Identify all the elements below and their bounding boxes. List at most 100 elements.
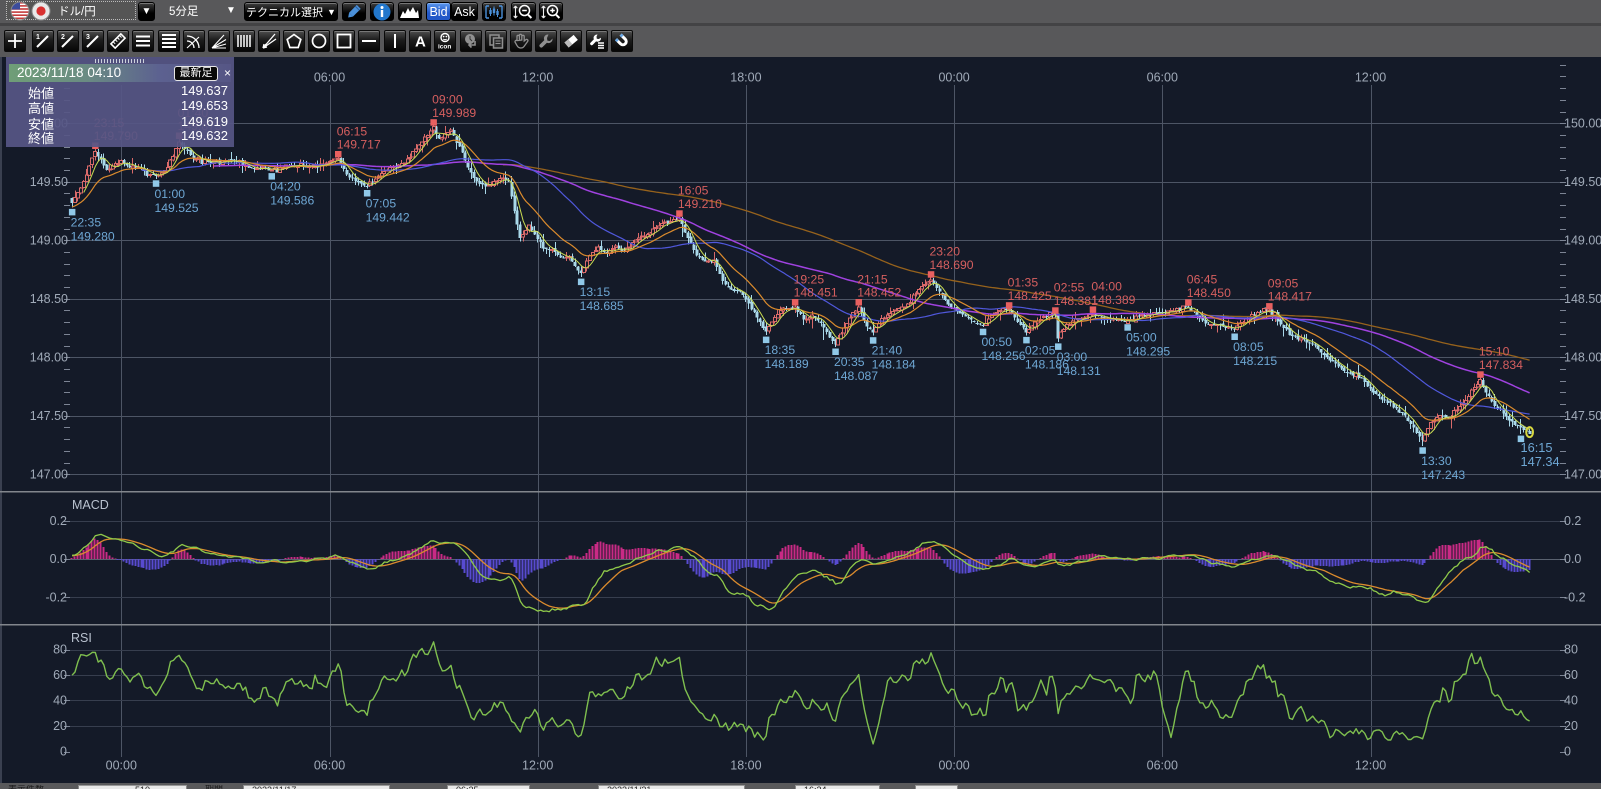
svg-text:147.00: 147.00 — [30, 467, 68, 481]
svg-text:147.343: 147.343 — [1521, 454, 1567, 469]
svg-text:148.256: 148.256 — [982, 349, 1026, 363]
svg-text:00:50: 00:50 — [982, 335, 1013, 349]
svg-text:02:05: 02:05 — [1025, 343, 1056, 357]
svg-text:147.50: 147.50 — [30, 409, 68, 423]
svg-text:148.184: 148.184 — [872, 358, 916, 372]
svg-text:149.50: 149.50 — [1564, 175, 1601, 189]
svg-text:150.00: 150.00 — [1564, 116, 1601, 130]
svg-text:148.451: 148.451 — [794, 286, 838, 300]
svg-text:03:00: 03:00 — [1057, 350, 1088, 364]
svg-text:0.2: 0.2 — [1564, 514, 1581, 528]
svg-text:40: 40 — [53, 694, 67, 708]
svg-text:148.450: 148.450 — [1187, 286, 1231, 300]
svg-text:06:00: 06:00 — [314, 71, 345, 85]
svg-text:3: 3 — [86, 34, 90, 41]
svg-text:80: 80 — [53, 643, 67, 657]
svg-text:149.210: 149.210 — [678, 197, 722, 211]
svg-text:148.425: 148.425 — [1008, 289, 1052, 303]
svg-text:18:35: 18:35 — [765, 343, 796, 357]
svg-text:16:15: 16:15 — [1521, 440, 1553, 455]
svg-text:0: 0 — [60, 745, 67, 759]
svg-text:00:00: 00:00 — [938, 71, 969, 85]
svg-text:22:35: 22:35 — [71, 215, 102, 229]
svg-text:20: 20 — [53, 719, 67, 733]
svg-text:04:00: 04:00 — [1091, 280, 1122, 294]
svg-text:0.2: 0.2 — [50, 514, 67, 528]
svg-text:147.50: 147.50 — [1564, 409, 1601, 423]
svg-text:149.989: 149.989 — [432, 106, 476, 120]
svg-text:148.295: 148.295 — [1126, 345, 1170, 359]
svg-text:149.586: 149.586 — [270, 194, 314, 208]
svg-text:80: 80 — [1564, 643, 1578, 657]
svg-text:01:35: 01:35 — [1008, 276, 1039, 290]
svg-text:06:45: 06:45 — [1187, 273, 1218, 287]
svg-text:00:00: 00:00 — [938, 759, 969, 773]
svg-text:06:00: 06:00 — [1147, 759, 1178, 773]
svg-text:0.0: 0.0 — [1564, 552, 1581, 566]
svg-text:149.50: 149.50 — [30, 175, 68, 189]
svg-text:148.389: 148.389 — [1091, 293, 1135, 307]
svg-text:1: 1 — [36, 34, 40, 41]
svg-text:09:05: 09:05 — [1268, 276, 1299, 290]
svg-text:0: 0 — [1564, 745, 1571, 759]
svg-text:148.452: 148.452 — [857, 286, 901, 300]
svg-text:04:20: 04:20 — [270, 180, 301, 194]
svg-text:05:00: 05:00 — [1126, 331, 1157, 345]
svg-text:148.417: 148.417 — [1268, 290, 1312, 304]
svg-text:18:00: 18:00 — [730, 759, 761, 773]
svg-text:149.280: 149.280 — [71, 229, 115, 243]
svg-text:00:00: 00:00 — [106, 759, 137, 773]
svg-text:0.0: 0.0 — [50, 552, 67, 566]
svg-text:60: 60 — [53, 668, 67, 682]
svg-text:icon: icon — [438, 43, 451, 50]
svg-text:16:05: 16:05 — [678, 184, 709, 198]
svg-text:08:05: 08:05 — [1233, 340, 1264, 354]
svg-text:148.690: 148.690 — [930, 258, 974, 272]
svg-text:21:40: 21:40 — [872, 344, 903, 358]
svg-text:147.834: 147.834 — [1479, 358, 1523, 372]
svg-text:MACD: MACD — [72, 498, 109, 512]
svg-text:149.00: 149.00 — [30, 233, 68, 247]
svg-text:19:25: 19:25 — [794, 272, 825, 286]
svg-text:60: 60 — [1564, 668, 1578, 682]
svg-text:149.00: 149.00 — [1564, 233, 1601, 247]
svg-text:147.243: 147.243 — [1421, 468, 1465, 482]
svg-text:12:00: 12:00 — [522, 759, 553, 773]
svg-text:06:00: 06:00 — [1147, 71, 1178, 85]
svg-text:12:00: 12:00 — [1355, 759, 1386, 773]
svg-text:13:30: 13:30 — [1421, 454, 1452, 468]
svg-text:148.189: 148.189 — [765, 357, 809, 371]
svg-text:15:10: 15:10 — [1479, 345, 1510, 359]
svg-text:-0.2: -0.2 — [45, 591, 67, 605]
svg-text:148.685: 148.685 — [580, 299, 624, 313]
svg-text:18:00: 18:00 — [730, 71, 761, 85]
svg-text:148.00: 148.00 — [30, 350, 68, 364]
svg-text:20:35: 20:35 — [834, 355, 865, 369]
svg-text:148.00: 148.00 — [1564, 350, 1601, 364]
svg-text:20: 20 — [1564, 719, 1578, 733]
svg-text:13:15: 13:15 — [580, 285, 611, 299]
svg-text:A: A — [415, 33, 426, 50]
svg-text:06:15: 06:15 — [337, 124, 368, 138]
svg-text:149.717: 149.717 — [337, 138, 381, 152]
svg-text:148.215: 148.215 — [1233, 354, 1277, 368]
svg-text:21:15: 21:15 — [857, 272, 888, 286]
svg-text:147.00: 147.00 — [1564, 467, 1601, 481]
svg-text:07:05: 07:05 — [366, 197, 397, 211]
svg-text:RSI: RSI — [71, 631, 92, 645]
svg-text:148.50: 148.50 — [30, 292, 68, 306]
svg-text:148.131: 148.131 — [1057, 364, 1101, 378]
svg-text:149.525: 149.525 — [155, 201, 199, 215]
svg-text:149.442: 149.442 — [366, 211, 410, 225]
svg-text:40: 40 — [1564, 694, 1578, 708]
svg-text:148.50: 148.50 — [1564, 292, 1601, 306]
svg-text:2: 2 — [61, 34, 65, 41]
svg-text:02:55: 02:55 — [1054, 281, 1085, 295]
svg-text:12:00: 12:00 — [522, 71, 553, 85]
svg-text:06:00: 06:00 — [314, 759, 345, 773]
svg-text:-0.2: -0.2 — [1564, 591, 1586, 605]
svg-text:23:20: 23:20 — [930, 245, 961, 259]
svg-text:12:00: 12:00 — [1355, 71, 1386, 85]
svg-text:01:00: 01:00 — [155, 187, 186, 201]
svg-text:09:00: 09:00 — [432, 93, 463, 107]
